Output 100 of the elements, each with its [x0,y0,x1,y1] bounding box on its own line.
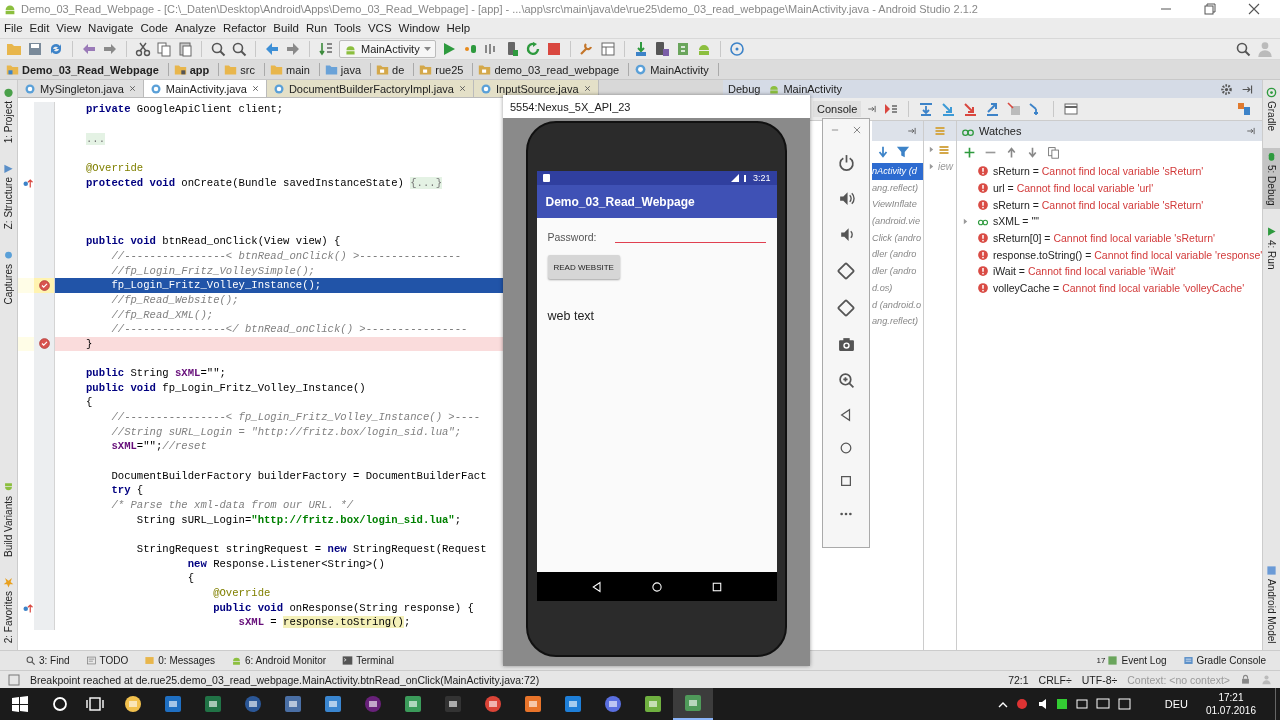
tool-window-button[interactable]: Gradle Console [1182,655,1266,666]
breadcrumb[interactable]: java [322,63,371,76]
stack-frame[interactable]: (android.vie [872,213,923,230]
step-out-icon[interactable] [984,101,1001,117]
back-arrow-icon[interactable] [264,41,280,57]
search-icon[interactable] [52,696,68,712]
tool-window-tab[interactable]: 2: Favorites [3,573,14,646]
tool-window-button[interactable]: Event Log [1107,655,1167,666]
cut-icon[interactable] [135,41,151,57]
tool-window-button[interactable]: 0: Messages [144,655,215,666]
wrench-icon[interactable] [578,41,595,57]
forward-arrow-icon[interactable] [285,41,301,57]
pin-icon[interactable] [1241,82,1254,96]
redo-icon[interactable] [102,41,118,57]
help-icon[interactable] [728,41,745,57]
pin-icon[interactable] [907,126,917,136]
menu-item[interactable]: Edit [29,22,50,34]
step-into-icon[interactable] [940,101,957,117]
rotate-left-icon[interactable] [837,262,855,280]
watch-expression[interactable]: sReturn = Cannot find local variable 'sReturn' [993,198,1204,211]
search-icon[interactable] [210,41,226,57]
close-icon[interactable] [250,84,260,93]
menu-item[interactable]: VCS [367,22,392,34]
breadcrumb[interactable]: MainActivity [632,63,719,76]
camera-icon[interactable] [837,336,855,353]
stack-frame[interactable]: ang.reflect) [872,179,923,197]
breadcrumb[interactable]: app [171,63,220,76]
frames-icon[interactable] [934,125,946,137]
rerun-icon[interactable] [524,41,541,57]
close-icon[interactable] [127,84,137,93]
editor-tab[interactable]: MainActivity.java [143,80,267,97]
tool-window-tab[interactable]: 4: Run [1266,222,1277,273]
close-icon[interactable] [457,84,467,93]
stack-frame[interactable]: d.os) [872,279,923,297]
tool-window-button[interactable]: 6: Android Monitor [231,655,327,666]
watch-expression[interactable]: url = Cannot find local variable 'url' [993,182,1154,195]
console-tab[interactable]: Console [813,101,862,117]
settings-icon[interactable] [1220,82,1233,96]
menu-item[interactable]: View [56,22,82,34]
restore-icon[interactable] [1202,1,1218,17]
menu-item[interactable]: Run [305,22,328,34]
copy-icon[interactable] [156,41,172,57]
up-arrow-icon[interactable] [1005,145,1018,159]
tool-window-tab[interactable]: Android Model [1266,561,1277,646]
breadcrumb[interactable]: rue25 [417,63,474,76]
clock-time[interactable]: 17:21 [1218,691,1244,704]
breadcrumb[interactable]: Demo_03_Read_Webpage [4,63,169,76]
stack-frame[interactable]: ang.reflect) [872,313,923,330]
structure-icon[interactable] [599,41,616,57]
editor-tab[interactable]: MySingleton.java [18,80,144,97]
tool-window-tab[interactable]: Z: Structure [3,160,14,233]
layout-icon[interactable] [1236,101,1252,117]
phone-icon[interactable] [653,41,670,57]
back-icon[interactable] [590,580,603,593]
watch-expression[interactable]: sReturn = Cannot find local variable 'sReturn' [993,165,1204,178]
menu-item[interactable]: Analyze [174,22,216,34]
editor-tab[interactable]: DocumentBuilderFactoryImpl.java [266,80,474,97]
start-icon[interactable] [12,696,28,712]
pin-icon[interactable] [1246,126,1257,136]
stack-frame[interactable]: d (android.o [872,296,923,314]
debug-session-tab[interactable]: MainActivity [768,83,843,95]
execution-point-icon[interactable] [883,101,900,117]
build-icon[interactable] [318,41,334,57]
down-arrow-icon[interactable] [1026,145,1039,159]
lock-icon[interactable] [1240,674,1251,685]
sync-icon[interactable] [48,41,64,57]
menu-item[interactable]: Window [398,22,440,34]
menu-item[interactable]: Code [140,22,168,34]
menu-item[interactable]: Build [273,22,299,34]
close-icon[interactable] [1246,1,1262,17]
stack-frame[interactable]: dler (andro [872,246,923,264]
breadcrumb[interactable]: main [268,63,320,76]
close-icon[interactable] [852,125,862,135]
stack-frame[interactable]: Click (andro [872,229,923,247]
tool-window-tab[interactable]: Gradle [1266,84,1277,134]
breadcrumb[interactable]: demo_03_read_webpage [476,63,630,76]
menu-item[interactable]: Tools [334,22,361,34]
tool-window-button[interactable]: TODO [85,655,129,666]
menu-item[interactable]: Help [446,22,471,34]
pin-icon[interactable] [867,104,878,114]
overview-icon[interactable] [839,474,853,488]
paste-icon[interactable] [177,41,193,57]
menu-item[interactable]: Refactor [222,22,267,34]
close-icon[interactable] [582,84,592,93]
gutter-cell[interactable] [34,102,55,117]
save-icon[interactable] [27,41,43,57]
evaluate-icon[interactable] [1063,101,1080,117]
down-arrow-icon[interactable] [876,145,890,159]
app-icon[interactable] [673,688,713,720]
copy-icon[interactable] [1047,145,1060,159]
search-icon[interactable] [231,41,247,57]
rotate-right-icon[interactable] [837,299,855,317]
breadcrumb[interactable]: src [222,63,265,76]
tool-window-tab[interactable]: 5: Debug [1262,148,1280,209]
watch-expression[interactable]: sXML = "" [993,215,1039,228]
input-language[interactable]: DEU [1164,698,1188,710]
add-icon[interactable] [963,145,976,159]
filter-icon[interactable] [896,145,910,159]
drop-frame-icon[interactable] [1006,101,1023,117]
stack-frame[interactable]: dler (andro [872,263,923,280]
